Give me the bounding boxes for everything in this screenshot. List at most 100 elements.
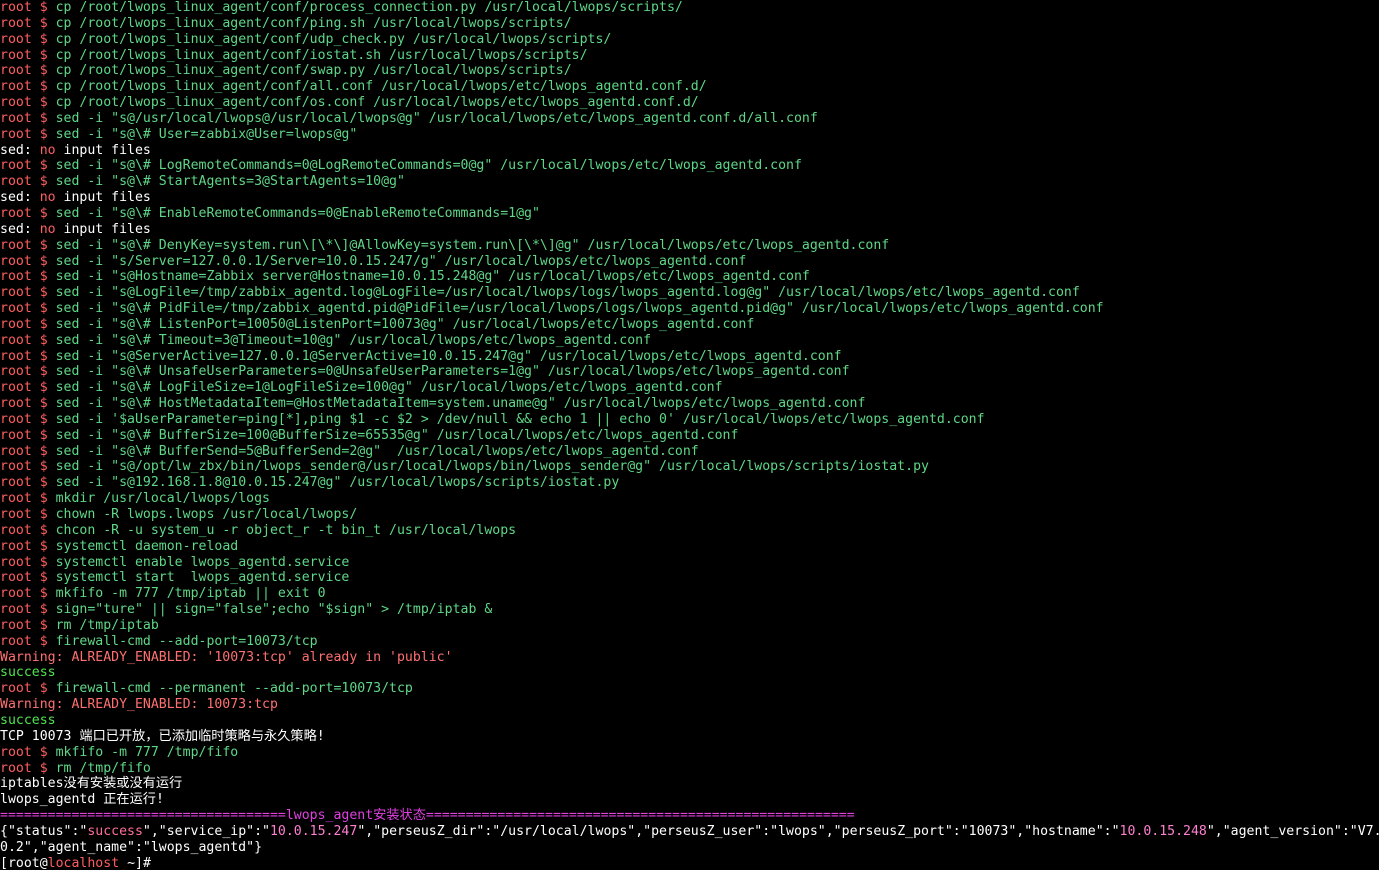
prompt-label: root $ (0, 396, 48, 412)
terminal-line: root $ cp /root/lwops_linux_agent/conf/i… (0, 48, 1379, 64)
terminal-line: root $ cp /root/lwops_linux_agent/conf/p… (0, 0, 1379, 16)
prompt-label: root $ (0, 158, 48, 174)
terminal-line: root $ sed -i "s@\# Timeout=3@Timeout=10… (0, 333, 1379, 349)
command-text: sed -i "s@\# DenyKey=system.run\[\*\]@Al… (55, 237, 890, 253)
status-banner: ====================================lwop… (0, 808, 855, 824)
terminal-line: root $ firewall-cmd --add-port=10073/tcp (0, 634, 1379, 650)
json-fragment: 10.0.15.247 (269, 823, 358, 839)
prompt-label: root $ (0, 475, 48, 491)
output-text: input files (55, 142, 151, 158)
prompt-label: root $ (0, 332, 48, 348)
terminal-line: root $ sed -i "s@ServerActive=127.0.0.1@… (0, 349, 1379, 365)
prompt-label: root $ (0, 253, 48, 269)
shell-prompt[interactable]: [root@localhost ~]# (0, 856, 1379, 870)
terminal-line: root $ firewall-cmd --permanent --add-po… (0, 681, 1379, 697)
prompt-label: root $ (0, 79, 48, 95)
command-text: sign="ture" || sign="false";echo "$sign"… (55, 602, 493, 618)
prompt-label: root $ (0, 126, 48, 142)
command-text: sed -i "s@\# EnableRemoteCommands=0@Enab… (55, 205, 540, 221)
prompt-label: root $ (0, 364, 48, 380)
terminal-line: root $ sed -i "s@\# EnableRemoteCommands… (0, 206, 1379, 222)
terminal-line: root $ sed -i "s@\# User=zabbix@User=lwo… (0, 127, 1379, 143)
terminal-line: root $ sed -i "s@/usr/local/lwops@/usr/l… (0, 111, 1379, 127)
terminal-line: root $ sed -i "s@Hostname=Zabbix server@… (0, 269, 1379, 285)
terminal-line: root $ chown -R lwops.lwops /usr/local/l… (0, 507, 1379, 523)
command-text: sed -i "s@\# LogRemoteCommands=0@LogRemo… (55, 158, 802, 174)
output-keyword: no (39, 221, 56, 237)
prompt-label: root $ (0, 681, 48, 697)
prompt-label: root $ (0, 459, 48, 475)
command-text: sed -i "s@\# ListenPort=10050@ListenPort… (55, 316, 755, 332)
json-fragment: 10.0.15.248 (1119, 823, 1207, 839)
command-text: cp /root/lwops_linux_agent/conf/udp_chec… (55, 31, 612, 47)
output-text: iptables没有安装或没有运行 (0, 776, 183, 792)
command-text: sed -i "s@\# BufferSize=100@BufferSize=6… (55, 427, 739, 443)
command-text: sed -i "s@LogFile=/tmp/zabbix_agentd.log… (55, 285, 1080, 301)
terminal-line: root $ sed -i "s@\# DenyKey=system.run\[… (0, 238, 1379, 254)
terminal-line: lwops_agentd 正在运行! (0, 792, 1379, 808)
command-text: sed -i "s@/usr/local/lwops@/usr/local/lw… (55, 110, 818, 126)
warning-text: Warning: ALREADY_ENABLED: 10073:tcp (0, 697, 278, 713)
terminal-line: root $ mkfifo -m 777 /tmp/iptab || exit … (0, 586, 1379, 602)
command-text: systemctl daemon-reload (55, 538, 239, 554)
prompt-label: root $ (0, 95, 48, 111)
terminal-line: root $ rm /tmp/fifo (0, 761, 1379, 777)
terminal-line: root $ systemctl start lwops_agentd.serv… (0, 570, 1379, 586)
prompt-label: root $ (0, 744, 48, 760)
prompt-label: root $ (0, 554, 48, 570)
command-text: mkfifo -m 777 /tmp/fifo (55, 744, 239, 760)
command-text: systemctl start lwops_agentd.service (55, 570, 350, 586)
terminal-line: root $ sed -i '$aUserParameter=ping[*],p… (0, 412, 1379, 428)
json-fragment: ","agent_version":"V7. (1206, 823, 1379, 839)
command-text: sed -i "s@\# StartAgents=3@StartAgents=1… (55, 174, 405, 190)
terminal-line: root $ cp /root/lwops_linux_agent/conf/s… (0, 63, 1379, 79)
prompt-at: @ (39, 855, 48, 870)
json-fragment: success (87, 823, 143, 839)
terminal-line: success (0, 665, 1379, 681)
prompt-label: root $ (0, 411, 48, 427)
terminal-line: sed: no input files (0, 190, 1379, 206)
output-text: TCP 10073 端口已开放，已添加临时策略与永久策略! (0, 728, 325, 744)
prompt-label: root $ (0, 110, 48, 126)
terminal-line: root $ sed -i "s@\# BufferSize=100@Buffe… (0, 428, 1379, 444)
prompt-label: root $ (0, 491, 48, 507)
command-text: rm /tmp/fifo (55, 760, 151, 776)
terminal-window[interactable]: root $ cp /root/lwops_linux_agent/conf/p… (0, 0, 1379, 870)
prompt-label: root $ (0, 633, 48, 649)
prompt-label: root $ (0, 760, 48, 776)
prompt-label: root $ (0, 617, 48, 633)
output-text: input files (55, 190, 151, 206)
success-text: success (0, 665, 56, 681)
warning-text: Warning: ALREADY_ENABLED: '10073:tcp' al… (0, 649, 453, 665)
prompt-label: root $ (0, 522, 48, 538)
prompt-label: root $ (0, 380, 48, 396)
terminal-line: success (0, 713, 1379, 729)
terminal-line: root $ rm /tmp/iptab (0, 618, 1379, 634)
prompt-rest: ~]# (119, 855, 151, 870)
command-text: sed -i "s@/opt/lw_zbx/bin/lwops_sender@/… (55, 459, 929, 475)
terminal-line: iptables没有安装或没有运行 (0, 776, 1379, 792)
command-text: cp /root/lwops_linux_agent/conf/iostat.s… (55, 47, 588, 63)
command-text: rm /tmp/iptab (55, 617, 159, 633)
terminal-line: root $ mkfifo -m 777 /tmp/fifo (0, 745, 1379, 761)
prompt-label: root $ (0, 443, 48, 459)
command-text: sed -i "s@ServerActive=127.0.0.1@ServerA… (55, 348, 842, 364)
terminal-line: root $ mkdir /usr/local/lwops/logs (0, 491, 1379, 507)
terminal-line: Warning: ALREADY_ENABLED: '10073:tcp' al… (0, 650, 1379, 666)
command-text: sed -i "s@\# LogFileSize=1@LogFileSize=1… (55, 380, 723, 396)
terminal-line: root $ chcon -R -u system_u -r object_r … (0, 523, 1379, 539)
success-text: success (0, 712, 56, 728)
prompt-label: root $ (0, 316, 48, 332)
prompt-label: root $ (0, 31, 48, 47)
terminal-line: root $ systemctl enable lwops_agentd.ser… (0, 555, 1379, 571)
json-fragment: ","perseusZ_dir":"/usr/local/lwops","per… (357, 823, 1120, 839)
terminal-line: root $ sed -i "s@\# LogRemoteCommands=0@… (0, 158, 1379, 174)
prompt-bracket: [ (0, 855, 8, 870)
output-keyword: no (39, 190, 56, 206)
prompt-label: root $ (0, 427, 48, 443)
command-text: sed -i "s@192.168.1.8@10.0.15.247@g" /us… (55, 475, 620, 491)
json-output-line: {"status":"success","service_ip":"10.0.1… (0, 824, 1379, 840)
command-text: cp /root/lwops_linux_agent/conf/all.conf… (55, 79, 707, 95)
command-text: sed -i "s@\# PidFile=/tmp/zabbix_agentd.… (55, 301, 1104, 317)
prompt-label: root $ (0, 507, 48, 522)
